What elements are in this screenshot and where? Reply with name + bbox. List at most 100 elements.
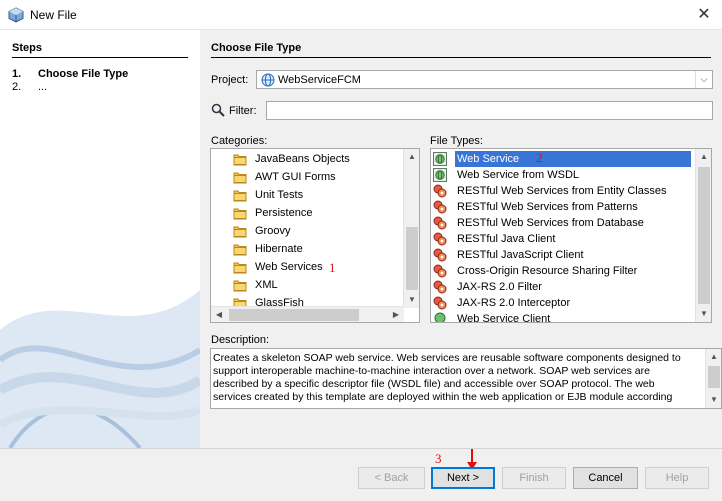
categories-hscrollbar[interactable]: ◀ ▶ <box>211 306 404 322</box>
steps-heading: Steps <box>12 42 188 58</box>
file-type-item[interactable]: Web Service <box>431 150 696 168</box>
scroll-up-icon[interactable]: ▲ <box>696 149 711 165</box>
button-bar: 3 < Back Next > Finish Cancel Help <box>0 448 722 501</box>
window-title: New File <box>30 8 77 22</box>
scroll-up-icon[interactable]: ▲ <box>706 349 721 365</box>
category-item[interactable]: Hibernate <box>211 241 404 257</box>
category-item[interactable]: XML <box>211 277 404 293</box>
file-type-label: RESTful Web Services from Entity Classes <box>457 185 667 197</box>
file-type-item[interactable]: Cross-Origin Resource Sharing Filter <box>431 263 696 279</box>
category-label: XML <box>255 279 278 291</box>
categories-list[interactable]: JavaBeans Objects AWT GUI Forms Unit Tests… <box>210 148 420 323</box>
folder-icon <box>233 260 247 274</box>
file-type-item[interactable]: Web Service Client <box>431 311 696 323</box>
description-vscrollbar[interactable]: ▲ ▼ <box>705 349 721 408</box>
rest-icon <box>433 280 447 294</box>
annotation-1: 1 <box>329 260 336 275</box>
close-icon[interactable]: ✕ <box>686 0 722 30</box>
rest-icon <box>433 264 447 278</box>
ws-client-icon <box>433 312 447 322</box>
file-type-item[interactable]: RESTful Web Services from Database <box>431 215 696 231</box>
help-button[interactable]: Help <box>645 467 709 489</box>
project-label: Project: <box>211 74 249 86</box>
file-type-label: Web Service <box>454 150 692 168</box>
web-service-icon <box>433 168 447 182</box>
step-item: 1. Choose File Type <box>12 68 129 80</box>
cancel-button[interactable]: Cancel <box>573 467 638 489</box>
category-label: Groovy <box>255 225 291 237</box>
file-type-item[interactable]: RESTful Java Client <box>431 231 696 247</box>
title-bar: New File ✕ <box>0 0 722 30</box>
folder-icon <box>233 224 247 238</box>
rest-icon <box>433 216 447 230</box>
web-service-icon <box>433 152 447 166</box>
file-type-label: RESTful JavaScript Client <box>457 249 584 261</box>
steps-list: 1. Choose File Type 2.... <box>12 68 128 94</box>
categories-vscrollbar[interactable]: ▲ ▼ <box>403 149 419 308</box>
rest-icon <box>433 184 447 198</box>
category-item[interactable]: Groovy <box>211 223 404 239</box>
file-type-label: Cross-Origin Resource Sharing Filter <box>457 265 638 277</box>
category-item[interactable]: JavaBeans Objects <box>211 151 404 167</box>
project-combobox[interactable]: WebServiceFCM ⌵ <box>256 70 713 89</box>
scroll-down-icon[interactable]: ▼ <box>696 306 711 322</box>
next-button[interactable]: Next > <box>431 467 495 489</box>
finish-button[interactable]: Finish <box>502 467 566 489</box>
file-type-item[interactable]: JAX-RS 2.0 Interceptor <box>431 295 696 311</box>
scrollbar-thumb[interactable] <box>406 227 418 290</box>
category-item[interactable]: AWT GUI Forms <box>211 169 404 185</box>
file-type-item[interactable]: JAX-RS 2.0 Filter <box>431 279 696 295</box>
file-type-item[interactable]: RESTful JavaScript Client <box>431 247 696 263</box>
page-title: Choose File Type <box>211 42 711 58</box>
file-types-label: File Types: <box>430 135 483 147</box>
folder-icon <box>233 170 247 184</box>
description-label: Description: <box>211 334 270 346</box>
rest-icon <box>433 248 447 262</box>
annotation-3: 3 <box>435 451 442 466</box>
file-type-item[interactable]: RESTful Web Services from Patterns <box>431 199 696 215</box>
file-type-item[interactable]: Web Service from WSDL <box>431 167 696 183</box>
file-types-list[interactable]: Web Service Web Service from WSDL RESTful … <box>430 148 712 323</box>
category-item[interactable]: Persistence <box>211 205 404 221</box>
description-box: Creates a skeleton SOAP web service. Web… <box>210 348 722 409</box>
chevron-down-icon[interactable]: ⌵ <box>695 71 712 88</box>
description-text: Creates a skeleton SOAP web service. Web… <box>213 352 681 403</box>
file-type-item[interactable]: RESTful Web Services from Entity Classes <box>431 183 696 199</box>
file-types-vscrollbar[interactable]: ▲ ▼ <box>695 149 711 322</box>
step-item: 2.... <box>12 81 48 93</box>
rest-icon <box>433 200 447 214</box>
folder-icon <box>233 152 247 166</box>
scroll-up-icon[interactable]: ▲ <box>404 149 419 165</box>
filter-label: Filter: <box>229 105 257 117</box>
category-label: Web Services <box>255 261 323 273</box>
scrollbar-thumb[interactable] <box>698 167 710 304</box>
folder-icon <box>233 188 247 202</box>
file-type-label: Web Service from WSDL <box>457 169 580 181</box>
annotation-2: 2 <box>536 150 543 165</box>
project-globe-icon <box>261 73 275 87</box>
file-type-label: JAX-RS 2.0 Filter <box>457 281 542 293</box>
back-button[interactable]: < Back <box>358 467 425 489</box>
filter-input[interactable] <box>266 101 713 120</box>
category-label: Hibernate <box>255 243 303 255</box>
main-panel: Choose File Type Project: WebServiceFCM … <box>200 30 722 448</box>
file-type-label: Web Service Client <box>457 313 551 323</box>
scroll-down-icon[interactable]: ▼ <box>404 292 419 308</box>
folder-icon <box>233 206 247 220</box>
category-label: Persistence <box>255 207 313 219</box>
file-type-label: RESTful Web Services from Patterns <box>457 201 638 213</box>
category-label: JavaBeans Objects <box>255 153 350 165</box>
file-type-label: JAX-RS 2.0 Interceptor <box>457 297 571 309</box>
scrollbar-thumb[interactable] <box>708 366 720 388</box>
folder-icon <box>233 242 247 256</box>
scroll-right-icon[interactable]: ▶ <box>388 307 404 322</box>
rest-icon <box>433 296 447 310</box>
scroll-left-icon[interactable]: ◀ <box>211 307 227 322</box>
search-icon <box>211 103 225 117</box>
scroll-down-icon[interactable]: ▼ <box>706 392 721 408</box>
category-item[interactable]: Web Services <box>211 259 404 275</box>
category-item[interactable]: Unit Tests <box>211 187 404 203</box>
netbeans-cube-icon <box>8 7 24 23</box>
rest-icon <box>433 232 447 246</box>
scrollbar-thumb[interactable] <box>229 309 359 321</box>
